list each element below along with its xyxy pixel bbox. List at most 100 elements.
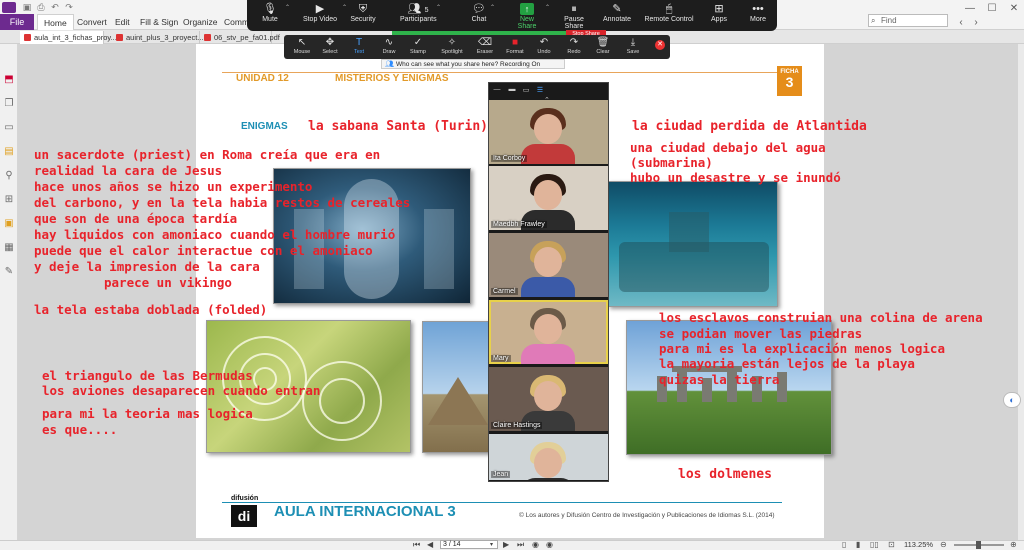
next-page-icon[interactable]: ▶ [503,540,509,550]
last-page-icon[interactable]: ⏭ [517,540,524,550]
pause-share-label: Pause Share [564,16,584,30]
zoom-level[interactable]: 113.25% [904,540,933,550]
vertical-scrollbar[interactable] [1018,44,1024,540]
fit-page-icon[interactable]: ⊡ [888,540,895,550]
format-tool[interactable]: ■ Format [500,37,530,57]
redo-icon[interactable]: ↷ [64,2,74,12]
annotation-folded: la tela estaba doblada (folded) [34,302,268,317]
video-options-caret[interactable]: ⌃ [342,4,347,11]
single-page-icon[interactable]: ▯ [842,540,846,550]
unit-title: MISTERIOS Y ENIGMAS [335,73,449,84]
tools-icon[interactable]: ✎ [3,266,15,278]
share-arrow-icon: ↑ [520,3,534,15]
undo-tool[interactable]: ↶ Undo [529,37,559,57]
hide-video-icon[interactable]: ▬ [507,86,517,93]
share-options-caret[interactable]: ⌃ [545,4,550,11]
spotlight-tool[interactable]: ✧ Spotlight [437,37,467,57]
doc-tab-aula-int[interactable]: aula_int_3_fichas_proy... [20,31,117,44]
forms-icon[interactable]: ▦ [3,242,15,254]
next-view-icon[interactable]: ◉ [546,540,553,550]
save-icon[interactable]: ▣ [22,2,32,12]
attachments-icon[interactable]: ⚲ [3,170,15,182]
participants-button[interactable]: 👥︎ 5 Participants [400,2,437,30]
new-share-button[interactable]: ↑ New Share [510,2,544,30]
search-input[interactable]: ⌕ Find [868,14,948,27]
annotation-logic-line: para mi la teoria mas logica [42,406,253,421]
facing-page-icon[interactable]: ▯▯ [870,540,879,550]
pause-share-button[interactable]: ⏸ Pause Share [555,2,593,30]
menu-edit[interactable]: Edit [115,14,130,30]
export-pdf-icon[interactable]: ⬒ [3,74,15,86]
participant-tile[interactable]: Maedbh Frawley [489,166,608,230]
more-button[interactable]: ••• More [746,2,770,30]
annotate-button[interactable]: ✎ Annotate [602,2,632,30]
pages-icon[interactable]: ❐ [3,98,15,110]
select-tool[interactable]: ✥ Select [315,37,345,57]
menu-convert[interactable]: Convert [77,14,107,30]
participant-tile[interactable]: Jean [489,434,608,480]
first-page-icon[interactable]: ⏮ [413,540,420,550]
zoom-in-icon[interactable]: ⊕ [1010,540,1017,550]
who-can-see-notice[interactable]: 👥︎ Who can see what you share here? Reco… [381,59,565,69]
mouse-tool[interactable]: ↖ Mouse [287,37,317,57]
search-prev-icon[interactable]: ‹ [955,17,967,28]
maximize-icon[interactable]: ☐ [986,3,998,14]
security-button[interactable]: ⛨ Security [348,2,378,30]
doc-tab-stv[interactable]: 06_stv_pe_fa01.pdf [200,31,280,44]
menu-organize[interactable]: Organize [183,14,218,30]
menu-fill-sign[interactable]: Fill & Sign [140,14,178,30]
text-tool[interactable]: T Text [344,37,374,57]
participant-tile[interactable]: Carmel [489,233,608,297]
security-lock-icon[interactable]: ▣ [3,218,15,230]
apps-label: Apps [711,16,727,23]
redo-tool[interactable]: ↷ Redo [559,37,589,57]
mute-button[interactable]: 🎙︎ Mute [255,2,285,30]
side-panel-toggle-icon[interactable]: ◐ [1003,392,1021,408]
chat-button[interactable]: 💬︎ Chat [468,2,490,30]
participants-options-caret[interactable]: ⌃ [436,4,441,11]
participant-body [521,344,575,364]
layers-icon[interactable]: ⊞ [3,194,15,206]
minimize-icon[interactable]: — [964,3,976,14]
file-tab[interactable]: File [0,14,34,30]
bookmarks-icon[interactable]: ▭ [3,122,15,134]
stamp-tool[interactable]: ✓ Stamp [403,37,433,57]
clear-tool[interactable]: 🗑︎ Clear [588,37,618,57]
page-dropdown-icon[interactable]: ▾ [490,540,493,550]
gallery-view-icon[interactable]: ☰ [535,86,545,94]
menu-home[interactable]: Home [37,14,74,30]
undo-icon[interactable]: ↶ [50,2,60,12]
close-icon[interactable]: ✕ [1008,3,1020,14]
remote-control-button[interactable]: 🖱︎ Remote Control [644,2,694,30]
doc-tab-auint-plus[interactable]: auint_plus_3_proyect... [112,31,204,44]
previous-page-icon[interactable]: ◀ [427,540,433,550]
search-next-icon[interactable]: › [970,17,982,28]
minimize-gallery-icon[interactable]: — [492,86,502,93]
pause-icon: ⏸ [571,3,577,15]
draw-tool[interactable]: ∿ Draw [374,37,404,57]
stop-video-button[interactable]: ▶ Stop Video [298,2,342,30]
zoom-slider-thumb[interactable] [976,541,981,549]
chat-options-caret[interactable]: ⌃ [490,4,495,11]
prev-view-icon[interactable]: ◉ [532,540,539,550]
apps-button[interactable]: ⊞ Apps [708,2,730,30]
speaker-view-icon[interactable]: ▭ [521,86,531,94]
zoom-out-icon[interactable]: ⊖ [940,540,947,550]
doc-tab-label: aula_int_3_fichas_proy... [34,33,117,42]
print-icon[interactable]: ⎙ [36,2,46,12]
continuous-page-icon[interactable]: ▮ [856,540,860,550]
tool-label: Clear [596,49,610,55]
comments-icon[interactable]: ▤ [3,146,15,158]
save-tool[interactable]: ⤓ Save [618,37,648,57]
participant-tile[interactable]: Mary [489,300,608,364]
shield-icon: ⛨ [358,3,368,15]
audio-options-caret[interactable]: ⌃ [285,4,290,11]
eraser-tool[interactable]: ⌫ Eraser [470,37,500,57]
close-annotation-icon[interactable]: ✕ [655,40,665,50]
text-t-icon: T [355,37,363,48]
participant-tile[interactable]: Claire Hastings [489,367,608,431]
participant-face [534,180,562,210]
unit-label: UNIDAD 12 [236,73,289,84]
chat-bubble-icon: 💬︎ [472,3,486,15]
participant-tile[interactable]: Ita Corboy [489,100,608,164]
